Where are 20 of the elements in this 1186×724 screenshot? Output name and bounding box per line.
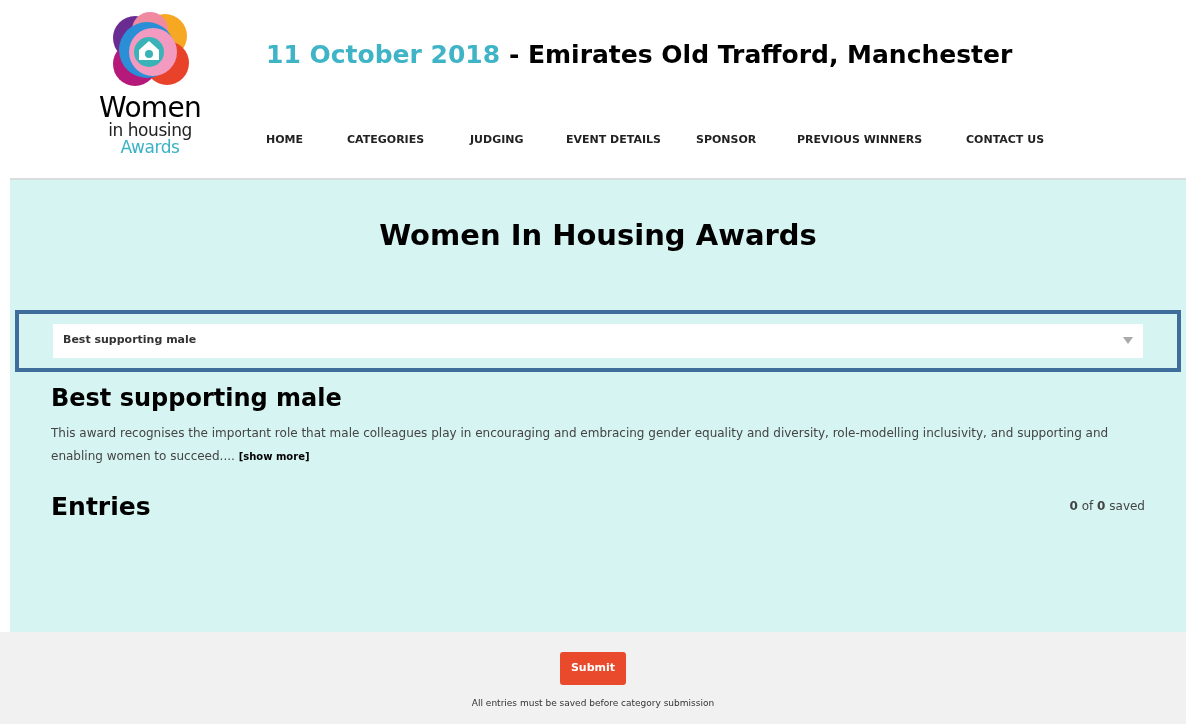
nav-link[interactable]: PREVIOUS WINNERS <box>797 131 966 148</box>
caret-icon <box>1123 337 1133 344</box>
logo-wordmark: Women in housing Awards <box>99 94 201 156</box>
nav-link[interactable]: SPONSOR <box>696 131 797 148</box>
nav-link[interactable]: EVENT DETAILS <box>566 131 696 148</box>
page-title: Women In Housing Awards <box>378 217 818 254</box>
category-description: This award recognises the important role that male colleagues play in encouraging and embracing gender equality and diversity, role-modelling inclusivity, and supporting and enabling women to succeed.... [show more] <box>51 424 1110 465</box>
saved-count: 0 of 0 saved <box>1069 498 1145 516</box>
entries-heading: Entries <box>51 490 151 523</box>
event-venue: - Emirates Old Trafford, Manchester <box>508 40 1013 69</box>
show-more-link[interactable]: [show more] <box>238 450 310 462</box>
submit-button[interactable]: Submit <box>559 652 627 685</box>
nav-link[interactable]: HOME <box>266 131 347 148</box>
category-title: Best supporting male <box>51 382 343 414</box>
nav-link[interactable]: CATEGORIES <box>347 131 470 148</box>
submission-note: All entries must be saved before category submission <box>471 696 715 710</box>
nav-link[interactable]: JUDGING <box>470 131 566 148</box>
nav-link[interactable]: CONTACT US <box>966 131 1076 148</box>
event-date: 11 October 2018 <box>266 40 501 69</box>
category-dropdown[interactable]: Best supporting male <box>53 323 1143 358</box>
